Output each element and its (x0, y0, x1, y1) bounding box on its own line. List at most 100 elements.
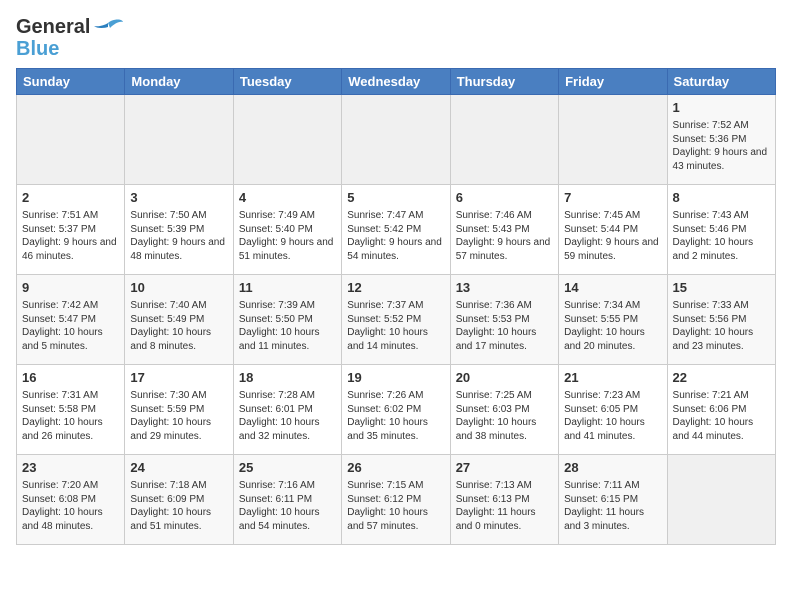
day-number: 6 (456, 189, 553, 207)
calendar-cell: 9 Sunrise: 7:42 AM Sunset: 5:47 PM Daylig… (17, 275, 125, 365)
calendar-cell (17, 95, 125, 185)
day-info: Sunrise: 7:40 AM Sunset: 5:49 PM Dayligh… (130, 299, 227, 353)
day-number: 7 (564, 189, 661, 207)
calendar-cell (559, 95, 667, 185)
day-info: Sunrise: 7:37 AM Sunset: 5:52 PM Dayligh… (347, 299, 444, 353)
calendar-cell: 25 Sunrise: 7:16 AM Sunset: 6:11 PM Dayli… (233, 455, 341, 545)
calendar-cell: 20 Sunrise: 7:25 AM Sunset: 6:03 PM Dayli… (450, 365, 558, 455)
day-info: Sunrise: 7:15 AM Sunset: 6:12 PM Dayligh… (347, 479, 444, 533)
day-number: 8 (673, 189, 770, 207)
day-info: Sunrise: 7:30 AM Sunset: 5:59 PM Dayligh… (130, 389, 227, 443)
calendar-cell: 22 Sunrise: 7:21 AM Sunset: 6:06 PM Dayli… (667, 365, 775, 455)
day-number: 22 (673, 369, 770, 387)
day-info: Sunrise: 7:42 AM Sunset: 5:47 PM Dayligh… (22, 299, 119, 353)
calendar-cell: 27 Sunrise: 7:13 AM Sunset: 6:13 PM Dayli… (450, 455, 558, 545)
logo-bird-icon (92, 18, 124, 46)
day-number: 10 (130, 279, 227, 297)
day-info: Sunrise: 7:18 AM Sunset: 6:09 PM Dayligh… (130, 479, 227, 533)
day-number: 21 (564, 369, 661, 387)
day-info: Sunrise: 7:13 AM Sunset: 6:13 PM Dayligh… (456, 479, 553, 533)
day-info: Sunrise: 7:25 AM Sunset: 6:03 PM Dayligh… (456, 389, 553, 443)
day-number: 16 (22, 369, 119, 387)
calendar-cell: 1 Sunrise: 7:52 AM Sunset: 5:36 PM Daylig… (667, 95, 775, 185)
page-header: General Blue (16, 16, 776, 60)
day-info: Sunrise: 7:39 AM Sunset: 5:50 PM Dayligh… (239, 299, 336, 353)
calendar-cell: 4Sunrise: 7:49 AM Sunset: 5:40 PM Daylig… (233, 185, 341, 275)
weekday-header-wednesday: Wednesday (342, 69, 450, 95)
calendar-cell: 13 Sunrise: 7:36 AM Sunset: 5:53 PM Dayli… (450, 275, 558, 365)
day-number: 25 (239, 459, 336, 477)
calendar-cell (667, 455, 775, 545)
day-number: 28 (564, 459, 661, 477)
calendar-cell (233, 95, 341, 185)
day-number: 11 (239, 279, 336, 297)
calendar-cell: 21 Sunrise: 7:23 AM Sunset: 6:05 PM Dayli… (559, 365, 667, 455)
day-info: Sunrise: 7:20 AM Sunset: 6:08 PM Dayligh… (22, 479, 119, 533)
day-info: Sunrise: 7:16 AM Sunset: 6:11 PM Dayligh… (239, 479, 336, 533)
calendar-cell: 10 Sunrise: 7:40 AM Sunset: 5:49 PM Dayli… (125, 275, 233, 365)
day-number: 12 (347, 279, 444, 297)
calendar-cell: 2 Sunrise: 7:51 AM Sunset: 5:37 PM Daylig… (17, 185, 125, 275)
weekday-header-tuesday: Tuesday (233, 69, 341, 95)
calendar-cell: 15 Sunrise: 7:33 AM Sunset: 5:56 PM Dayli… (667, 275, 775, 365)
day-info: Sunrise: 7:47 AM Sunset: 5:42 PM Dayligh… (347, 209, 444, 263)
day-info: Sunrise: 7:49 AM Sunset: 5:40 PM Dayligh… (239, 209, 336, 263)
day-number: 15 (673, 279, 770, 297)
day-number: 20 (456, 369, 553, 387)
calendar-cell: 16 Sunrise: 7:31 AM Sunset: 5:58 PM Dayli… (17, 365, 125, 455)
calendar-cell: 12 Sunrise: 7:37 AM Sunset: 5:52 PM Dayli… (342, 275, 450, 365)
calendar-cell: 24 Sunrise: 7:18 AM Sunset: 6:09 PM Dayli… (125, 455, 233, 545)
week-row-5: 23 Sunrise: 7:20 AM Sunset: 6:08 PM Dayli… (17, 455, 776, 545)
day-number: 24 (130, 459, 227, 477)
day-info: Sunrise: 7:21 AM Sunset: 6:06 PM Dayligh… (673, 389, 770, 443)
calendar-cell: 7 Sunrise: 7:45 AM Sunset: 5:44 PM Daylig… (559, 185, 667, 275)
calendar-cell: 8 Sunrise: 7:43 AM Sunset: 5:46 PM Daylig… (667, 185, 775, 275)
day-info: Sunrise: 7:31 AM Sunset: 5:58 PM Dayligh… (22, 389, 119, 443)
week-row-3: 9 Sunrise: 7:42 AM Sunset: 5:47 PM Daylig… (17, 275, 776, 365)
weekday-header-saturday: Saturday (667, 69, 775, 95)
calendar-cell: 11 Sunrise: 7:39 AM Sunset: 5:50 PM Dayli… (233, 275, 341, 365)
calendar-cell (125, 95, 233, 185)
calendar-cell (450, 95, 558, 185)
weekday-header-row: SundayMondayTuesdayWednesdayThursdayFrid… (17, 69, 776, 95)
day-info: Sunrise: 7:45 AM Sunset: 5:44 PM Dayligh… (564, 209, 661, 263)
weekday-header-monday: Monday (125, 69, 233, 95)
day-number: 19 (347, 369, 444, 387)
day-number: 2 (22, 189, 119, 207)
calendar-cell: 3 Sunrise: 7:50 AM Sunset: 5:39 PM Daylig… (125, 185, 233, 275)
calendar-cell: 19 Sunrise: 7:26 AM Sunset: 6:02 PM Dayli… (342, 365, 450, 455)
day-info: Sunrise: 7:34 AM Sunset: 5:55 PM Dayligh… (564, 299, 661, 353)
day-number: 17 (130, 369, 227, 387)
calendar-cell: 18 Sunrise: 7:28 AM Sunset: 6:01 PM Dayli… (233, 365, 341, 455)
day-info: Sunrise: 7:23 AM Sunset: 6:05 PM Dayligh… (564, 389, 661, 443)
day-number: 18 (239, 369, 336, 387)
day-info: Sunrise: 7:36 AM Sunset: 5:53 PM Dayligh… (456, 299, 553, 353)
day-info: Sunrise: 7:51 AM Sunset: 5:37 PM Dayligh… (22, 209, 119, 263)
calendar-cell: 5 Sunrise: 7:47 AM Sunset: 5:42 PM Daylig… (342, 185, 450, 275)
day-number: 27 (456, 459, 553, 477)
day-info: Sunrise: 7:52 AM Sunset: 5:36 PM Dayligh… (673, 119, 770, 173)
logo: General Blue (16, 16, 124, 60)
day-number: 1 (673, 99, 770, 117)
calendar-cell: 26 Sunrise: 7:15 AM Sunset: 6:12 PM Dayli… (342, 455, 450, 545)
calendar-cell: 14 Sunrise: 7:34 AM Sunset: 5:55 PM Dayli… (559, 275, 667, 365)
day-number: 14 (564, 279, 661, 297)
day-number: 3 (130, 189, 227, 207)
day-number: 5 (347, 189, 444, 207)
day-info: Sunrise: 7:43 AM Sunset: 5:46 PM Dayligh… (673, 209, 770, 263)
week-row-4: 16 Sunrise: 7:31 AM Sunset: 5:58 PM Dayli… (17, 365, 776, 455)
day-info: Sunrise: 7:50 AM Sunset: 5:39 PM Dayligh… (130, 209, 227, 263)
calendar-cell: 17 Sunrise: 7:30 AM Sunset: 5:59 PM Dayli… (125, 365, 233, 455)
day-number: 23 (22, 459, 119, 477)
day-number: 26 (347, 459, 444, 477)
day-info: Sunrise: 7:33 AM Sunset: 5:56 PM Dayligh… (673, 299, 770, 353)
day-number: 9 (22, 279, 119, 297)
week-row-2: 2 Sunrise: 7:51 AM Sunset: 5:37 PM Daylig… (17, 185, 776, 275)
calendar-cell: 28Sunrise: 7:11 AM Sunset: 6:15 PM Dayli… (559, 455, 667, 545)
weekday-header-sunday: Sunday (17, 69, 125, 95)
day-info: Sunrise: 7:26 AM Sunset: 6:02 PM Dayligh… (347, 389, 444, 443)
weekday-header-thursday: Thursday (450, 69, 558, 95)
day-number: 13 (456, 279, 553, 297)
weekday-header-friday: Friday (559, 69, 667, 95)
day-info: Sunrise: 7:28 AM Sunset: 6:01 PM Dayligh… (239, 389, 336, 443)
